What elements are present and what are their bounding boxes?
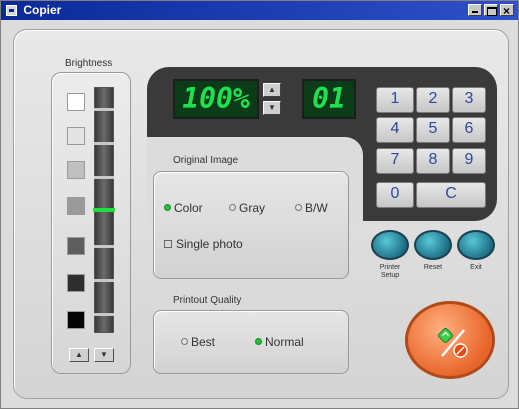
triangle-up-icon: ▲ [268, 85, 276, 94]
minimize-button[interactable] [468, 4, 482, 16]
title-bar: Copier [1, 1, 518, 21]
triangle-down-icon: ▼ [100, 350, 108, 359]
slider-notch [94, 313, 114, 316]
triangle-down-icon: ▼ [268, 103, 276, 112]
brightness-swatch-3 [67, 161, 85, 179]
brightness-panel: ▲ ▼ [51, 72, 131, 374]
brightness-slider[interactable] [93, 87, 115, 333]
radio-normal-label: Normal [265, 335, 304, 349]
radio-bw-label: B/W [305, 201, 328, 215]
radio-gray-label: Gray [239, 201, 266, 215]
radio-best[interactable]: Best [181, 335, 215, 349]
brightness-swatch-2 [67, 127, 85, 145]
maximize-button[interactable] [484, 4, 498, 16]
brightness-label: Brightness [65, 58, 113, 69]
printer-setup-label: Printer Setup [379, 264, 401, 279]
copier-window: Copier Brightness ▲ ▼ 100% ▲ [0, 0, 519, 409]
percent-copy-icon [438, 328, 468, 358]
copy-start-button[interactable] [405, 301, 495, 379]
reset-button[interactable] [414, 230, 452, 260]
single-photo-label: Single photo [176, 237, 243, 251]
close-button[interactable] [500, 2, 514, 21]
radio-indicator [164, 204, 171, 211]
slider-notch [94, 245, 114, 248]
radio-bw[interactable]: B/W [295, 201, 328, 215]
key-6[interactable]: 6 [452, 117, 486, 143]
copies-display: 01 [302, 79, 356, 119]
slider-notch [94, 108, 114, 111]
brightness-swatch-7 [67, 311, 85, 329]
zoom-display: 100% [173, 79, 259, 119]
radio-gray[interactable]: Gray [229, 201, 265, 215]
key-1[interactable]: 1 [376, 87, 414, 113]
brightness-swatch-5 [67, 237, 85, 255]
radio-color-label: Color [174, 201, 203, 215]
slider-notch [94, 279, 114, 282]
brightness-swatch-6 [67, 274, 85, 292]
brightness-down-button[interactable]: ▼ [94, 348, 114, 362]
zoom-down-button[interactable]: ▼ [263, 101, 281, 115]
key-7[interactable]: 7 [376, 148, 414, 174]
key-9[interactable]: 9 [452, 148, 486, 174]
brightness-swatch-4 [67, 197, 85, 215]
key-2[interactable]: 2 [416, 87, 450, 113]
window-title: Copier [23, 3, 62, 17]
radio-indicator [295, 204, 302, 211]
key-5[interactable]: 5 [416, 117, 450, 143]
radio-best-label: Best [191, 335, 216, 349]
brightness-slider-thumb[interactable] [93, 208, 115, 212]
zoom-up-button[interactable]: ▲ [263, 83, 281, 97]
brightness-swatch-1 [67, 93, 85, 111]
key-0[interactable]: 0 [376, 182, 414, 208]
exit-button[interactable] [457, 230, 495, 260]
printer-setup-button[interactable] [371, 230, 409, 260]
key-8[interactable]: 8 [416, 148, 450, 174]
reset-label: Reset [423, 264, 443, 271]
brightness-up-button[interactable]: ▲ [69, 348, 89, 362]
single-photo-checkbox[interactable]: Single photo [164, 237, 243, 251]
printout-quality-label: Printout Quality [173, 295, 242, 306]
slider-notch [94, 142, 114, 145]
key-4[interactable]: 4 [376, 117, 414, 143]
key-clear[interactable]: C [416, 182, 486, 208]
radio-indicator [229, 204, 236, 211]
exit-label: Exit [470, 264, 482, 271]
radio-indicator [255, 338, 262, 345]
original-image-label: Original Image [173, 155, 239, 166]
radio-color[interactable]: Color [164, 201, 203, 215]
radio-indicator [181, 338, 188, 345]
key-3[interactable]: 3 [452, 87, 486, 113]
radio-normal[interactable]: Normal [255, 335, 304, 349]
window-controls [468, 2, 514, 21]
triangle-up-icon: ▲ [75, 350, 83, 359]
app-icon [6, 5, 17, 16]
original-image-group [153, 171, 349, 279]
slider-notch [94, 176, 114, 179]
checkbox-indicator [164, 240, 172, 248]
